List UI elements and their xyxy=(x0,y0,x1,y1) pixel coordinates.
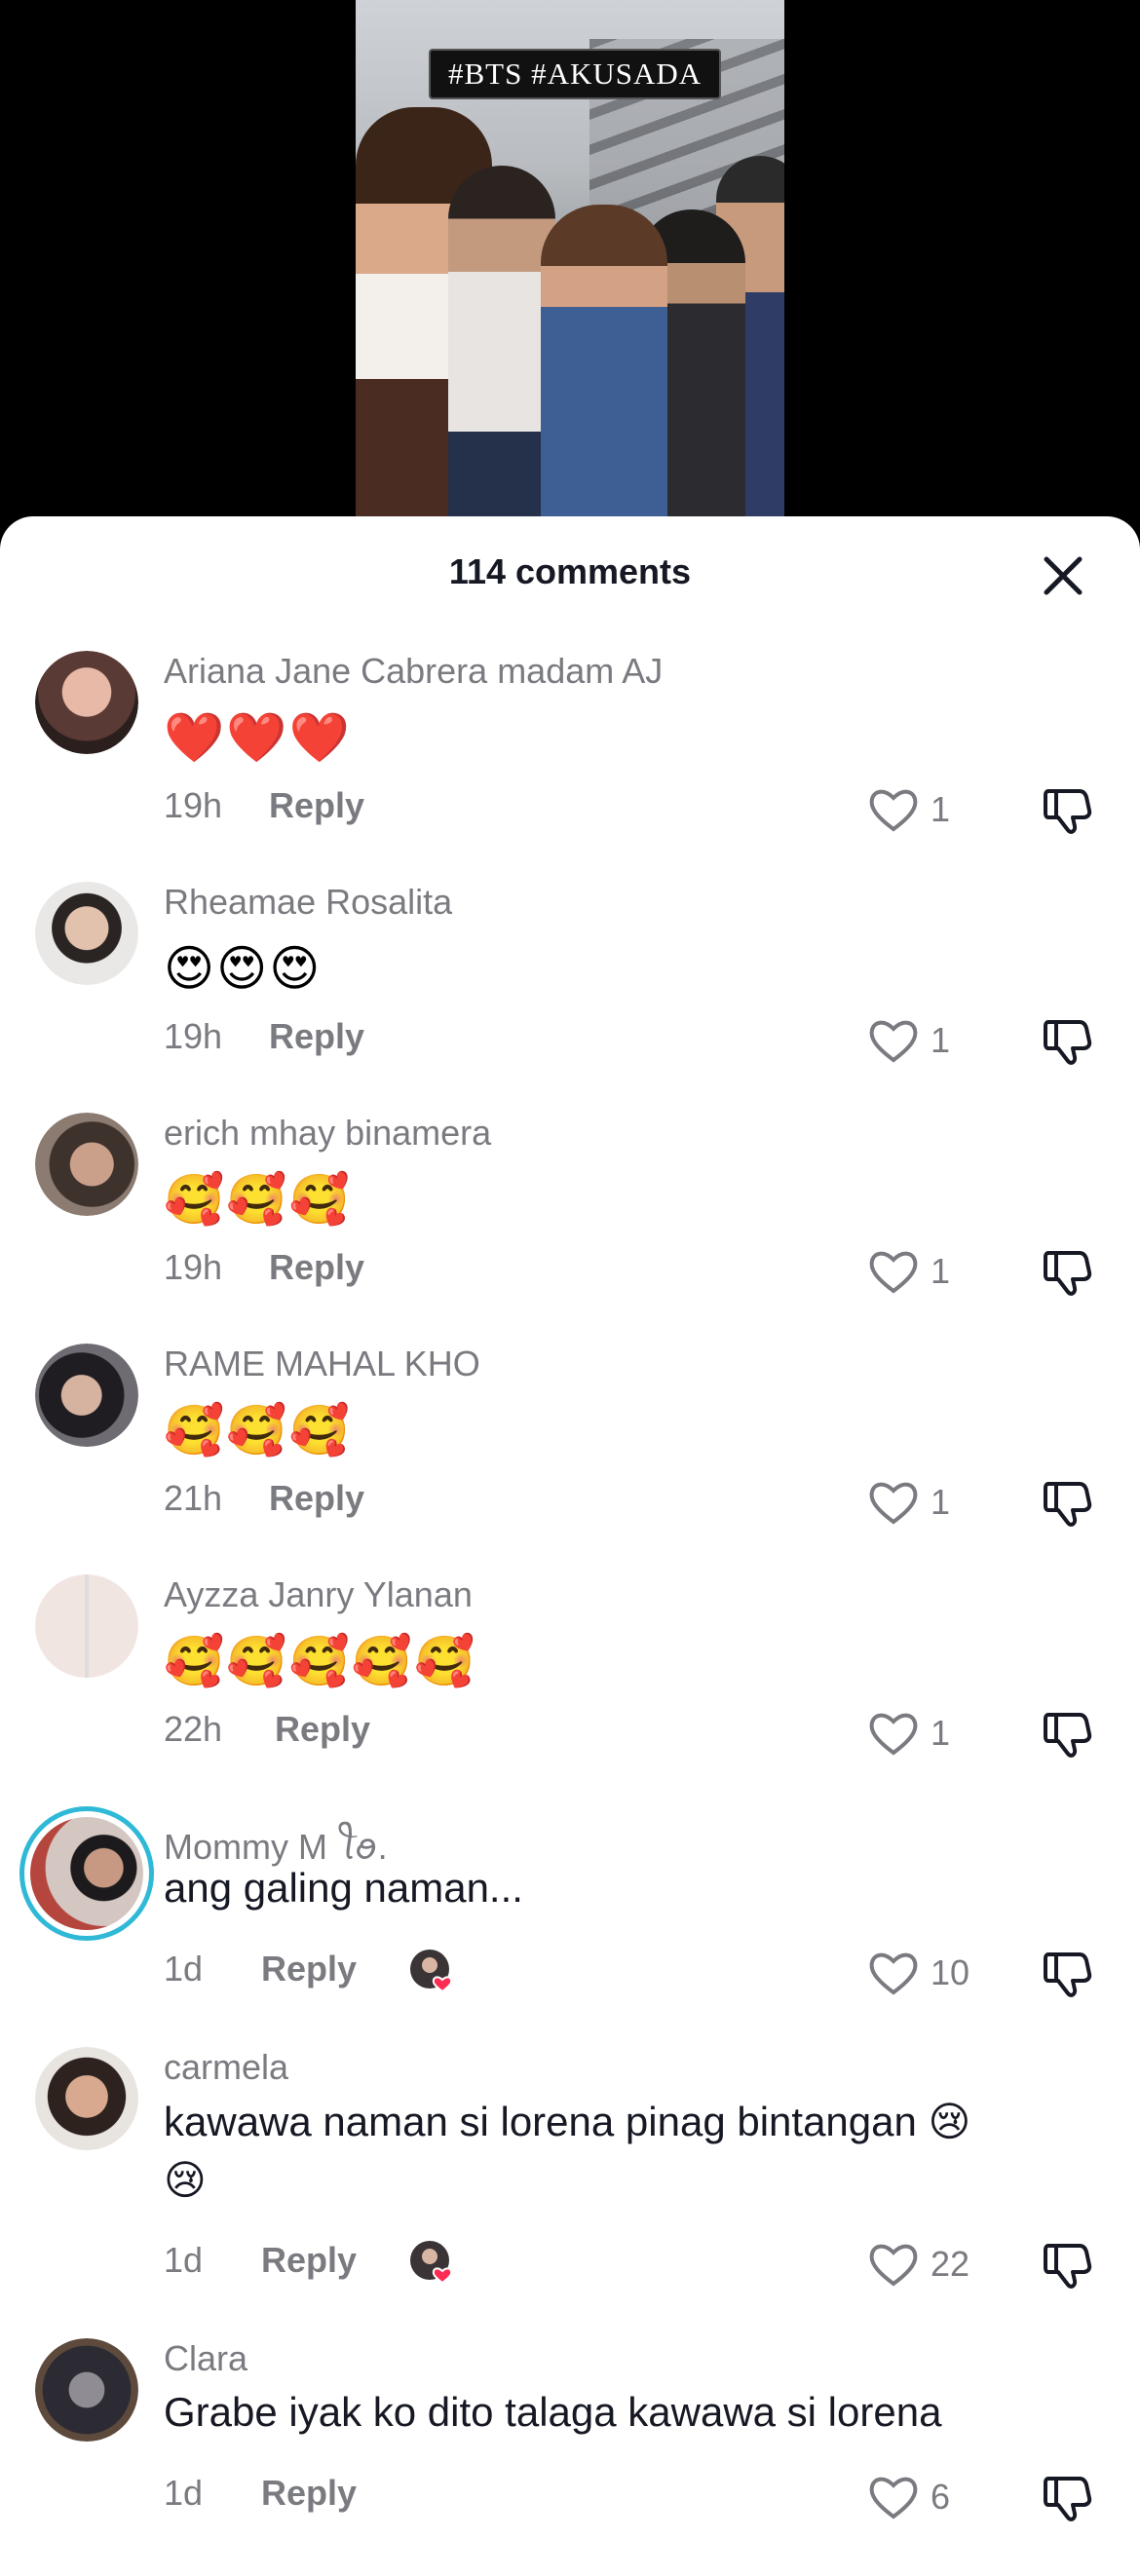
reply-button[interactable]: Reply xyxy=(269,1247,364,1288)
like-count: 1 xyxy=(931,1020,951,1060)
creator-liked-icon xyxy=(410,2241,453,2285)
comment-time: 22h xyxy=(164,1709,223,1749)
reply-button[interactable]: Reply xyxy=(269,785,364,826)
video-person xyxy=(448,166,555,546)
creator-liked-icon xyxy=(410,1950,453,1993)
like-count: 1 xyxy=(931,1482,951,1522)
comment-time: 19h xyxy=(164,1016,223,1056)
heart-icon[interactable] xyxy=(867,1247,920,1296)
comment-time: 19h xyxy=(164,785,223,825)
heart-icon[interactable] xyxy=(867,1709,920,1758)
avatar-with-story-ring[interactable] xyxy=(19,1806,154,1941)
close-icon[interactable] xyxy=(1039,551,1087,600)
reply-button[interactable]: Reply xyxy=(261,1949,357,1989)
dislike-icon[interactable] xyxy=(1041,2238,1093,2291)
comment-text: kawawa naman si lorena pinag bintangan 😢 xyxy=(164,2099,971,2144)
video-person xyxy=(541,205,667,546)
like-count: 22 xyxy=(931,2244,970,2284)
heart-icon[interactable] xyxy=(867,2473,920,2521)
comment-time: 1d xyxy=(164,2240,204,2280)
comment-text-continued: 😢 xyxy=(164,2157,207,2203)
comment-time: 1d xyxy=(164,2473,204,2513)
dislike-icon[interactable] xyxy=(1041,1014,1093,1067)
video-hashtag-caption: #BTS #AKUSADA xyxy=(429,49,722,99)
comment-username[interactable]: erich mhay binamera xyxy=(164,1113,491,1154)
like-count: 1 xyxy=(931,789,951,829)
dislike-icon[interactable] xyxy=(1041,1476,1093,1529)
heart-icon[interactable] xyxy=(867,1478,920,1527)
heart-icon[interactable] xyxy=(867,1016,920,1065)
comment-username[interactable]: Rheamae Rosalita xyxy=(164,882,452,923)
comment-username[interactable]: Ayzza Janry Ylanan xyxy=(164,1574,473,1615)
comment-text: Grabe iyak ko dito talaga kawawa si lore… xyxy=(164,2389,942,2435)
comment-username[interactable]: Ariana Jane Cabrera madam AJ xyxy=(164,651,663,692)
comment-time: 1d xyxy=(164,1949,204,1989)
like-count: 10 xyxy=(931,1952,970,1992)
like-count: 1 xyxy=(931,1713,951,1753)
comment-text: 🥰🥰🥰🥰🥰 xyxy=(164,1634,477,1688)
comment-text: ang galing naman... xyxy=(164,1865,523,1911)
comment-time: 21h xyxy=(164,1478,223,1518)
reply-button[interactable]: Reply xyxy=(261,2240,357,2281)
comment-username[interactable]: RAME MAHAL KHO xyxy=(164,1344,480,1384)
like-count: 1 xyxy=(931,1251,951,1291)
dislike-icon[interactable] xyxy=(1041,783,1093,836)
comments-count-title: 114 comments xyxy=(448,551,692,591)
reply-button[interactable]: Reply xyxy=(261,2473,357,2514)
avatar[interactable] xyxy=(35,1113,138,1216)
dislike-icon[interactable] xyxy=(1041,2471,1093,2523)
avatar[interactable] xyxy=(35,882,138,985)
avatar[interactable] xyxy=(35,1574,138,1678)
heart-icon[interactable] xyxy=(867,1949,920,1997)
avatar[interactable] xyxy=(35,651,138,754)
comment-username[interactable]: carmela xyxy=(164,2047,288,2088)
avatar[interactable] xyxy=(35,2047,138,2150)
comment-text: 😍😍😍 xyxy=(164,941,323,996)
comment-text: 🥰🥰🥰 xyxy=(164,1172,352,1227)
like-count: 6 xyxy=(931,2477,951,2517)
comment-username[interactable]: Clara xyxy=(164,2338,247,2379)
comment-text: ❤️❤️❤️ xyxy=(164,710,352,765)
dislike-icon[interactable] xyxy=(1041,1707,1093,1760)
heart-icon[interactable] xyxy=(867,2240,920,2289)
reply-button[interactable]: Reply xyxy=(269,1478,364,1519)
avatar[interactable] xyxy=(35,2338,138,2442)
dislike-icon[interactable] xyxy=(1041,1947,1093,1999)
dislike-icon[interactable] xyxy=(1041,1245,1093,1298)
comment-time: 19h xyxy=(164,1247,223,1287)
comment-text: 🥰🥰🥰 xyxy=(164,1403,352,1458)
heart-icon[interactable] xyxy=(867,785,920,834)
avatar[interactable] xyxy=(35,1344,138,1447)
comments-sheet: 114 comments Ariana Jane Cabrera madam A… xyxy=(0,516,1140,2576)
reply-button[interactable]: Reply xyxy=(275,1709,370,1750)
reply-button[interactable]: Reply xyxy=(269,1016,364,1057)
